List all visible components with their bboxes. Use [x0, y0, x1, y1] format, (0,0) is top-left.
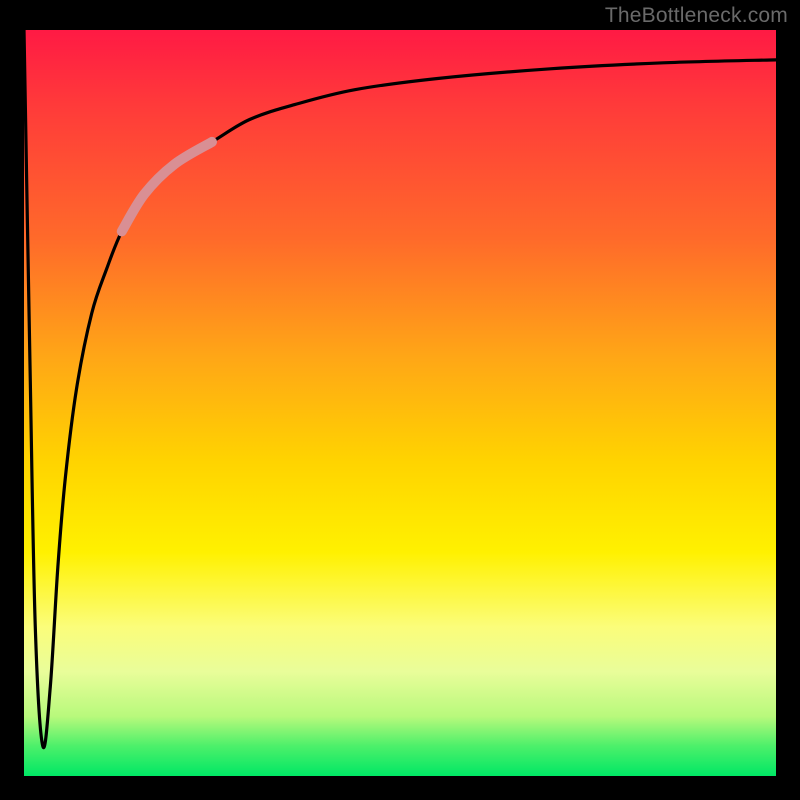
watermark-text: TheBottleneck.com: [605, 4, 788, 28]
plot-area: [24, 30, 776, 776]
highlight-segment-path: [122, 142, 212, 232]
chart-stage: TheBottleneck.com: [0, 0, 800, 800]
bottleneck-curve-path: [24, 30, 776, 748]
curve-svg: [24, 30, 776, 776]
